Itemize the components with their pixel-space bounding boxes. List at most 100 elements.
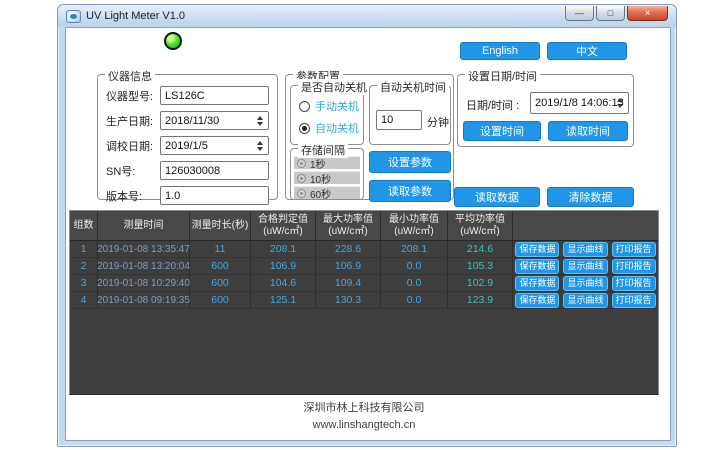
language-english-button[interactable]: English bbox=[460, 42, 540, 60]
table-cell-pass[interactable]: 104.6 bbox=[251, 275, 316, 292]
read-params-button[interactable]: 读取参数 bbox=[369, 180, 451, 202]
device-model-field[interactable]: LS126C bbox=[160, 86, 269, 105]
save-data-button[interactable]: 保存数据 bbox=[515, 242, 559, 257]
table-cell-pass[interactable]: 125.1 bbox=[251, 292, 316, 309]
production-date-value: 2018/11/30 bbox=[165, 115, 219, 127]
col-header-avg: 平均功率值(uW/c㎡) bbox=[448, 211, 513, 241]
measurement-table: 组数 测量时间 测量时长(秒) 合格判定值(uW/c㎡) 最大功率值(uW/c㎡… bbox=[69, 210, 659, 395]
col-header-duration: 测量时长(秒) bbox=[190, 211, 251, 241]
table-cell-max[interactable]: 130.3 bbox=[316, 292, 381, 309]
interval-60s-label: 60秒 bbox=[310, 186, 331, 201]
radio-disabled-icon bbox=[297, 174, 306, 183]
table-cell-max[interactable]: 228.6 bbox=[316, 241, 381, 258]
table-cell-time[interactable]: 2019-01-08 13:35:47 bbox=[98, 241, 190, 258]
datetime-value: 2019/1/8 14:06:13 bbox=[535, 97, 624, 109]
device-model-label: 仪器型号: bbox=[106, 88, 160, 104]
set-params-button[interactable]: 设置参数 bbox=[369, 151, 451, 173]
calibration-date-field[interactable]: 2019/1/5 bbox=[160, 136, 269, 155]
save-data-button[interactable]: 保存数据 bbox=[515, 259, 559, 274]
minutes-unit-label: 分钟 bbox=[427, 114, 449, 130]
print-report-button[interactable]: 打印报告 bbox=[612, 276, 656, 291]
table-row-actions: 保存数据 显示曲线 打印报告 bbox=[513, 241, 658, 258]
interval-60s-radio[interactable]: 60秒 bbox=[294, 186, 360, 199]
table-cell-duration[interactable]: 600 bbox=[190, 258, 251, 275]
production-date-row: 生产日期: 2018/11/30 bbox=[106, 111, 269, 130]
table-cell-min[interactable]: 0.0 bbox=[381, 292, 448, 309]
interval-10s-label: 10秒 bbox=[310, 171, 331, 186]
table-cell-max[interactable]: 109.4 bbox=[316, 275, 381, 292]
spinner-icon[interactable] bbox=[614, 94, 626, 112]
print-report-button[interactable]: 打印报告 bbox=[612, 242, 656, 257]
datetime-title: 设置日期/时间 bbox=[465, 68, 540, 84]
app-icon bbox=[66, 10, 81, 23]
minimize-button[interactable]: — bbox=[565, 6, 594, 21]
table-row-actions: 保存数据 显示曲线 打印报告 bbox=[513, 258, 658, 275]
production-date-label: 生产日期: bbox=[106, 113, 160, 129]
table-cell-time[interactable]: 2019-01-08 09:19:35 bbox=[98, 292, 190, 309]
print-report-button[interactable]: 打印报告 bbox=[612, 259, 656, 274]
clear-data-button[interactable]: 清除数据 bbox=[547, 187, 634, 207]
production-date-field[interactable]: 2018/11/30 bbox=[160, 111, 269, 130]
serial-number-field[interactable]: 126030008 bbox=[160, 161, 269, 180]
table-cell-avg[interactable]: 105.3 bbox=[448, 258, 513, 275]
window-title: UV Light Meter V1.0 bbox=[86, 10, 185, 22]
table-cell-group[interactable]: 4 bbox=[70, 292, 98, 309]
table-cell-min[interactable]: 0.0 bbox=[381, 258, 448, 275]
close-button[interactable]: × bbox=[627, 6, 668, 21]
radio-selected-icon bbox=[299, 123, 310, 134]
interval-10s-radio[interactable]: 10秒 bbox=[294, 171, 360, 184]
radio-disabled-icon bbox=[297, 159, 306, 168]
table-cell-avg[interactable]: 102.9 bbox=[448, 275, 513, 292]
version-field[interactable]: 1.0 bbox=[160, 186, 269, 205]
table-cell-avg[interactable]: 123.9 bbox=[448, 292, 513, 309]
save-data-button[interactable]: 保存数据 bbox=[515, 276, 559, 291]
table-cell-pass[interactable]: 106.9 bbox=[251, 258, 316, 275]
table-cell-min[interactable]: 208.1 bbox=[381, 241, 448, 258]
client-area: English 中文 仪器信息 仪器型号: LS126C 生产日期: 2018/… bbox=[65, 27, 671, 441]
read-time-button[interactable]: 读取时间 bbox=[548, 121, 628, 141]
show-curve-button[interactable]: 显示曲线 bbox=[563, 293, 607, 308]
auto-off-label: 自动关机 bbox=[315, 120, 359, 136]
show-curve-button[interactable]: 显示曲线 bbox=[563, 242, 607, 257]
language-chinese-button[interactable]: 中文 bbox=[547, 42, 627, 60]
device-info-group: 仪器信息 仪器型号: LS126C 生产日期: 2018/11/30 调校日期:… bbox=[97, 74, 278, 200]
auto-off-radio[interactable]: 自动关机 bbox=[299, 120, 359, 136]
set-time-button[interactable]: 设置时间 bbox=[463, 121, 541, 141]
auto-off-title: 是否自动关机 bbox=[298, 79, 370, 95]
print-report-button[interactable]: 打印报告 bbox=[612, 293, 656, 308]
table-cell-time[interactable]: 2019-01-08 13:20:04 bbox=[98, 258, 190, 275]
auto-off-time-title: 自动关机时间 bbox=[377, 79, 449, 95]
calibration-date-label: 调校日期: bbox=[106, 138, 160, 154]
spinner-icon[interactable] bbox=[254, 113, 266, 128]
col-header-group: 组数 bbox=[70, 211, 98, 241]
table-cell-duration[interactable]: 11 bbox=[190, 241, 251, 258]
table-row-actions: 保存数据 显示曲线 打印报告 bbox=[513, 292, 658, 309]
table-cell-max[interactable]: 106.9 bbox=[316, 258, 381, 275]
serial-number-row: SN号: 126030008 bbox=[106, 161, 269, 180]
read-data-button[interactable]: 读取数据 bbox=[454, 187, 540, 207]
spinner-icon[interactable] bbox=[254, 138, 266, 153]
footer-company: 深圳市林上科技有限公司 bbox=[69, 399, 659, 415]
datetime-field[interactable]: 2019/1/8 14:06:13 bbox=[530, 92, 629, 114]
status-led-icon bbox=[164, 32, 182, 50]
table-cell-min[interactable]: 0.0 bbox=[381, 275, 448, 292]
table-cell-avg[interactable]: 214.6 bbox=[448, 241, 513, 258]
show-curve-button[interactable]: 显示曲线 bbox=[563, 276, 607, 291]
col-header-min: 最小功率值(uW/c㎡) bbox=[381, 211, 448, 241]
storage-interval-title: 存储间隔 bbox=[298, 142, 348, 158]
version-label: 版本号: bbox=[106, 188, 160, 204]
table-cell-pass[interactable]: 208.1 bbox=[251, 241, 316, 258]
table-cell-group[interactable]: 3 bbox=[70, 275, 98, 292]
manual-off-radio[interactable]: 手动关机 bbox=[299, 98, 359, 114]
save-data-button[interactable]: 保存数据 bbox=[515, 293, 559, 308]
maximize-button[interactable]: □ bbox=[596, 6, 625, 21]
table-row-actions: 保存数据 显示曲线 打印报告 bbox=[513, 275, 658, 292]
table-cell-duration[interactable]: 600 bbox=[190, 292, 251, 309]
table-cell-group[interactable]: 1 bbox=[70, 241, 98, 258]
param-config-group: 参数配置 是否自动关机 手动关机 自动关机 自动关机时间 10 分钟 存储间隔 bbox=[285, 74, 454, 200]
table-cell-group[interactable]: 2 bbox=[70, 258, 98, 275]
table-cell-duration[interactable]: 600 bbox=[190, 275, 251, 292]
show-curve-button[interactable]: 显示曲线 bbox=[563, 259, 607, 274]
table-cell-time[interactable]: 2019-01-08 10:29:40 bbox=[98, 275, 190, 292]
auto-off-time-field[interactable]: 10 bbox=[376, 110, 422, 130]
